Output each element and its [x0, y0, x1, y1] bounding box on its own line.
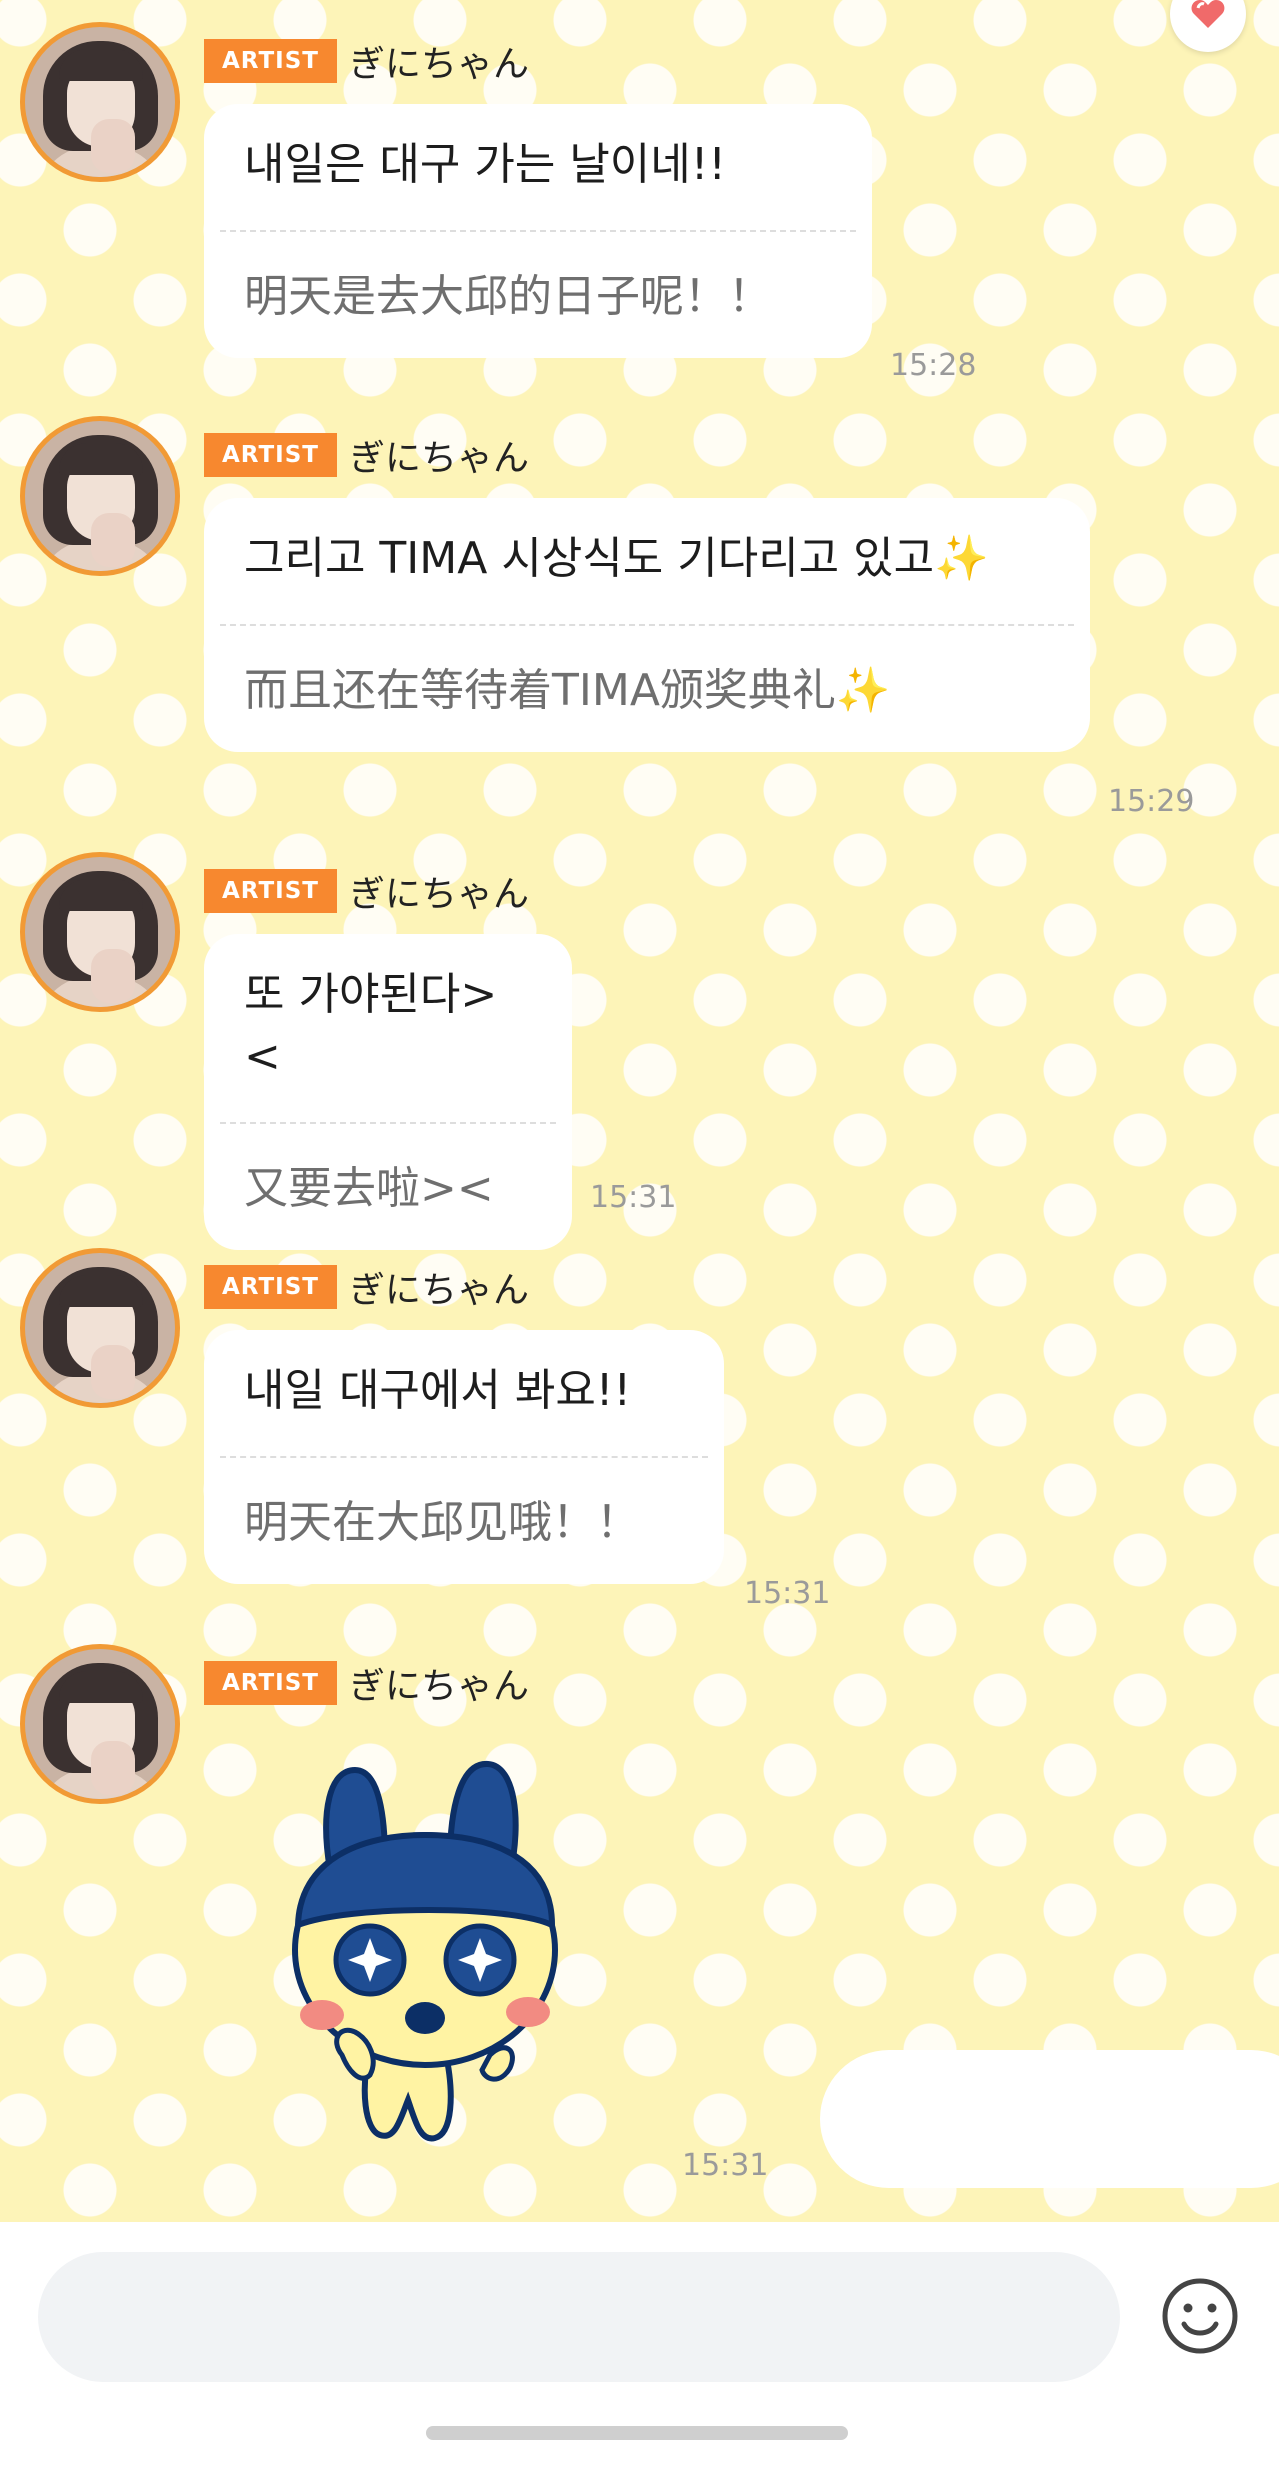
- avatar[interactable]: [20, 22, 180, 182]
- message-bubble[interactable]: 그리고 TIMA 시상식도 기다리고 있고✨ 而且还在等待着TIMA颁奖典礼✨: [204, 498, 1090, 752]
- own-message-bubble[interactable]: [820, 2050, 1279, 2188]
- avatar[interactable]: [20, 852, 180, 1012]
- avatar[interactable]: [20, 1248, 180, 1408]
- timestamp: 15:29: [1108, 784, 1195, 819]
- heart-button[interactable]: [1170, 0, 1246, 52]
- message-bubble[interactable]: 내일 대구에서 봐요!! 明天在大邱见哦！！: [204, 1330, 724, 1584]
- timestamp: 15:28: [890, 348, 977, 383]
- artist-badge: ARTIST: [204, 869, 337, 913]
- artist-badge: ARTIST: [204, 433, 337, 477]
- sender-name: ぎにちゃん: [348, 44, 529, 85]
- home-indicator[interactable]: [426, 2426, 848, 2440]
- original-text: 또 가야된다><: [244, 969, 498, 1082]
- avatar[interactable]: [20, 1644, 180, 1804]
- translated-text: 明天在大邱见哦！！: [244, 1497, 640, 1548]
- translated-text: 明天是去大邱的日子呢！！: [244, 271, 772, 322]
- artist-badge: ARTIST: [204, 1265, 337, 1309]
- sender-name: ぎにちゃん: [348, 438, 529, 479]
- message-input[interactable]: [38, 2252, 1120, 2382]
- mametchi-sticker[interactable]: [260, 1750, 610, 2150]
- artist-badge: ARTIST: [204, 1661, 337, 1705]
- message-bubble[interactable]: 내일은 대구 가는 날이네!! 明天是去大邱的日子呢！！: [204, 104, 872, 358]
- message-bubble[interactable]: 또 가야된다>< 又要去啦><: [204, 934, 572, 1250]
- sender-name: ぎにちゃん: [348, 874, 529, 915]
- original-text: 내일은 대구 가는 날이네!!: [244, 139, 727, 190]
- artist-badge: ARTIST: [204, 39, 337, 83]
- timestamp: 15:31: [682, 2148, 769, 2183]
- smiley-icon[interactable]: [1160, 2276, 1240, 2356]
- translated-text: 而且还在等待着TIMA颁奖典礼✨: [244, 665, 891, 716]
- original-text: 그리고 TIMA 시상식도 기다리고 있고✨: [244, 533, 989, 584]
- original-text: 내일 대구에서 봐요!!: [244, 1365, 632, 1416]
- composer-bar: [0, 2222, 1279, 2468]
- chat-area[interactable]: ARTIST ぎにちゃん 내일은 대구 가는 날이네!! 明天是去大邱的日子呢！…: [0, 0, 1279, 2222]
- avatar[interactable]: [20, 416, 180, 576]
- heart-icon: [1191, 0, 1225, 28]
- sender-name: ぎにちゃん: [348, 1666, 529, 1707]
- translated-text: 又要去啦><: [244, 1163, 494, 1214]
- sender-name: ぎにちゃん: [348, 1270, 529, 1311]
- timestamp: 15:31: [590, 1180, 677, 1215]
- timestamp: 15:31: [744, 1576, 831, 1611]
